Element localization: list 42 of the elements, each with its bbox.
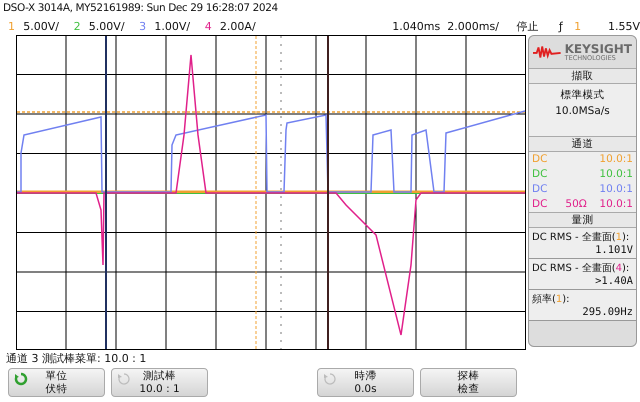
channel-coupling: DC	[532, 167, 548, 182]
channel-number[interactable]: 4	[204, 20, 220, 32]
probe-ratio: 10.0:1	[599, 197, 633, 212]
channel-scale[interactable]: 2.00A/	[220, 20, 262, 32]
timebase[interactable]: 2.000ms/	[447, 20, 507, 32]
channel-scale[interactable]: 5.00V/	[88, 20, 132, 32]
measurement-value: 1.101V	[595, 244, 633, 256]
channel-scale[interactable]: 5.00V/	[23, 20, 66, 32]
wave-logo-icon	[533, 45, 561, 59]
channel-coupling: DC	[532, 197, 548, 212]
time-delay[interactable]: 1.040ms	[392, 20, 448, 32]
section-header[interactable]: 擷取	[529, 68, 636, 84]
section-header[interactable]: 量測	[529, 212, 636, 228]
channel-impedance: 50Ω	[565, 197, 587, 212]
acquisition-mode: 標準模式	[560, 88, 604, 103]
window-title: DSO-X 3014A, MY52161989: Sun Dec 29 16:28:07 2024	[2, 1, 279, 16]
measurement-value: >1.40A	[595, 275, 633, 287]
status-line: 通道 3 測試棒菜單: 10.0 : 1	[5, 351, 148, 366]
probe-ratio: 10.0:1	[599, 182, 633, 197]
measurement-value: 295.09Hz	[582, 306, 633, 318]
sample-rate: 10.0MSa/s	[555, 104, 610, 119]
probe-ratio: 10.0:1	[599, 167, 633, 182]
channel-scale[interactable]: 1.00V/	[154, 20, 197, 32]
softkey[interactable]: 單位 伏特	[8, 368, 105, 397]
channel-coupling: DC	[532, 152, 548, 167]
measurement-label: DC RMS - 全畫面(1):	[532, 230, 630, 244]
brand-name: KEYSIGHT	[564, 42, 632, 55]
rotate-icon	[323, 372, 337, 386]
measurement-label: 頻率(1):	[532, 292, 571, 306]
probe-ratio: 10.0:1	[599, 152, 633, 167]
rotate-icon	[117, 372, 131, 386]
softkey[interactable]: 探棒 檢查	[420, 368, 517, 397]
trigger-source: 1	[574, 20, 582, 32]
channel-coupling: DC	[532, 182, 548, 197]
run-state: 停止	[516, 18, 540, 34]
softkey[interactable]: 時滯 0.0s	[317, 368, 414, 397]
trigger-level: 1.55V	[608, 20, 640, 32]
section-header[interactable]: 通道	[529, 136, 636, 152]
trigger-slope: ƒ	[558, 20, 564, 32]
rotate-icon	[14, 372, 28, 386]
softkey[interactable]: 測試棒 10.0 : 1	[111, 368, 208, 397]
measurement-label: DC RMS - 全畫面(4):	[532, 262, 630, 275]
